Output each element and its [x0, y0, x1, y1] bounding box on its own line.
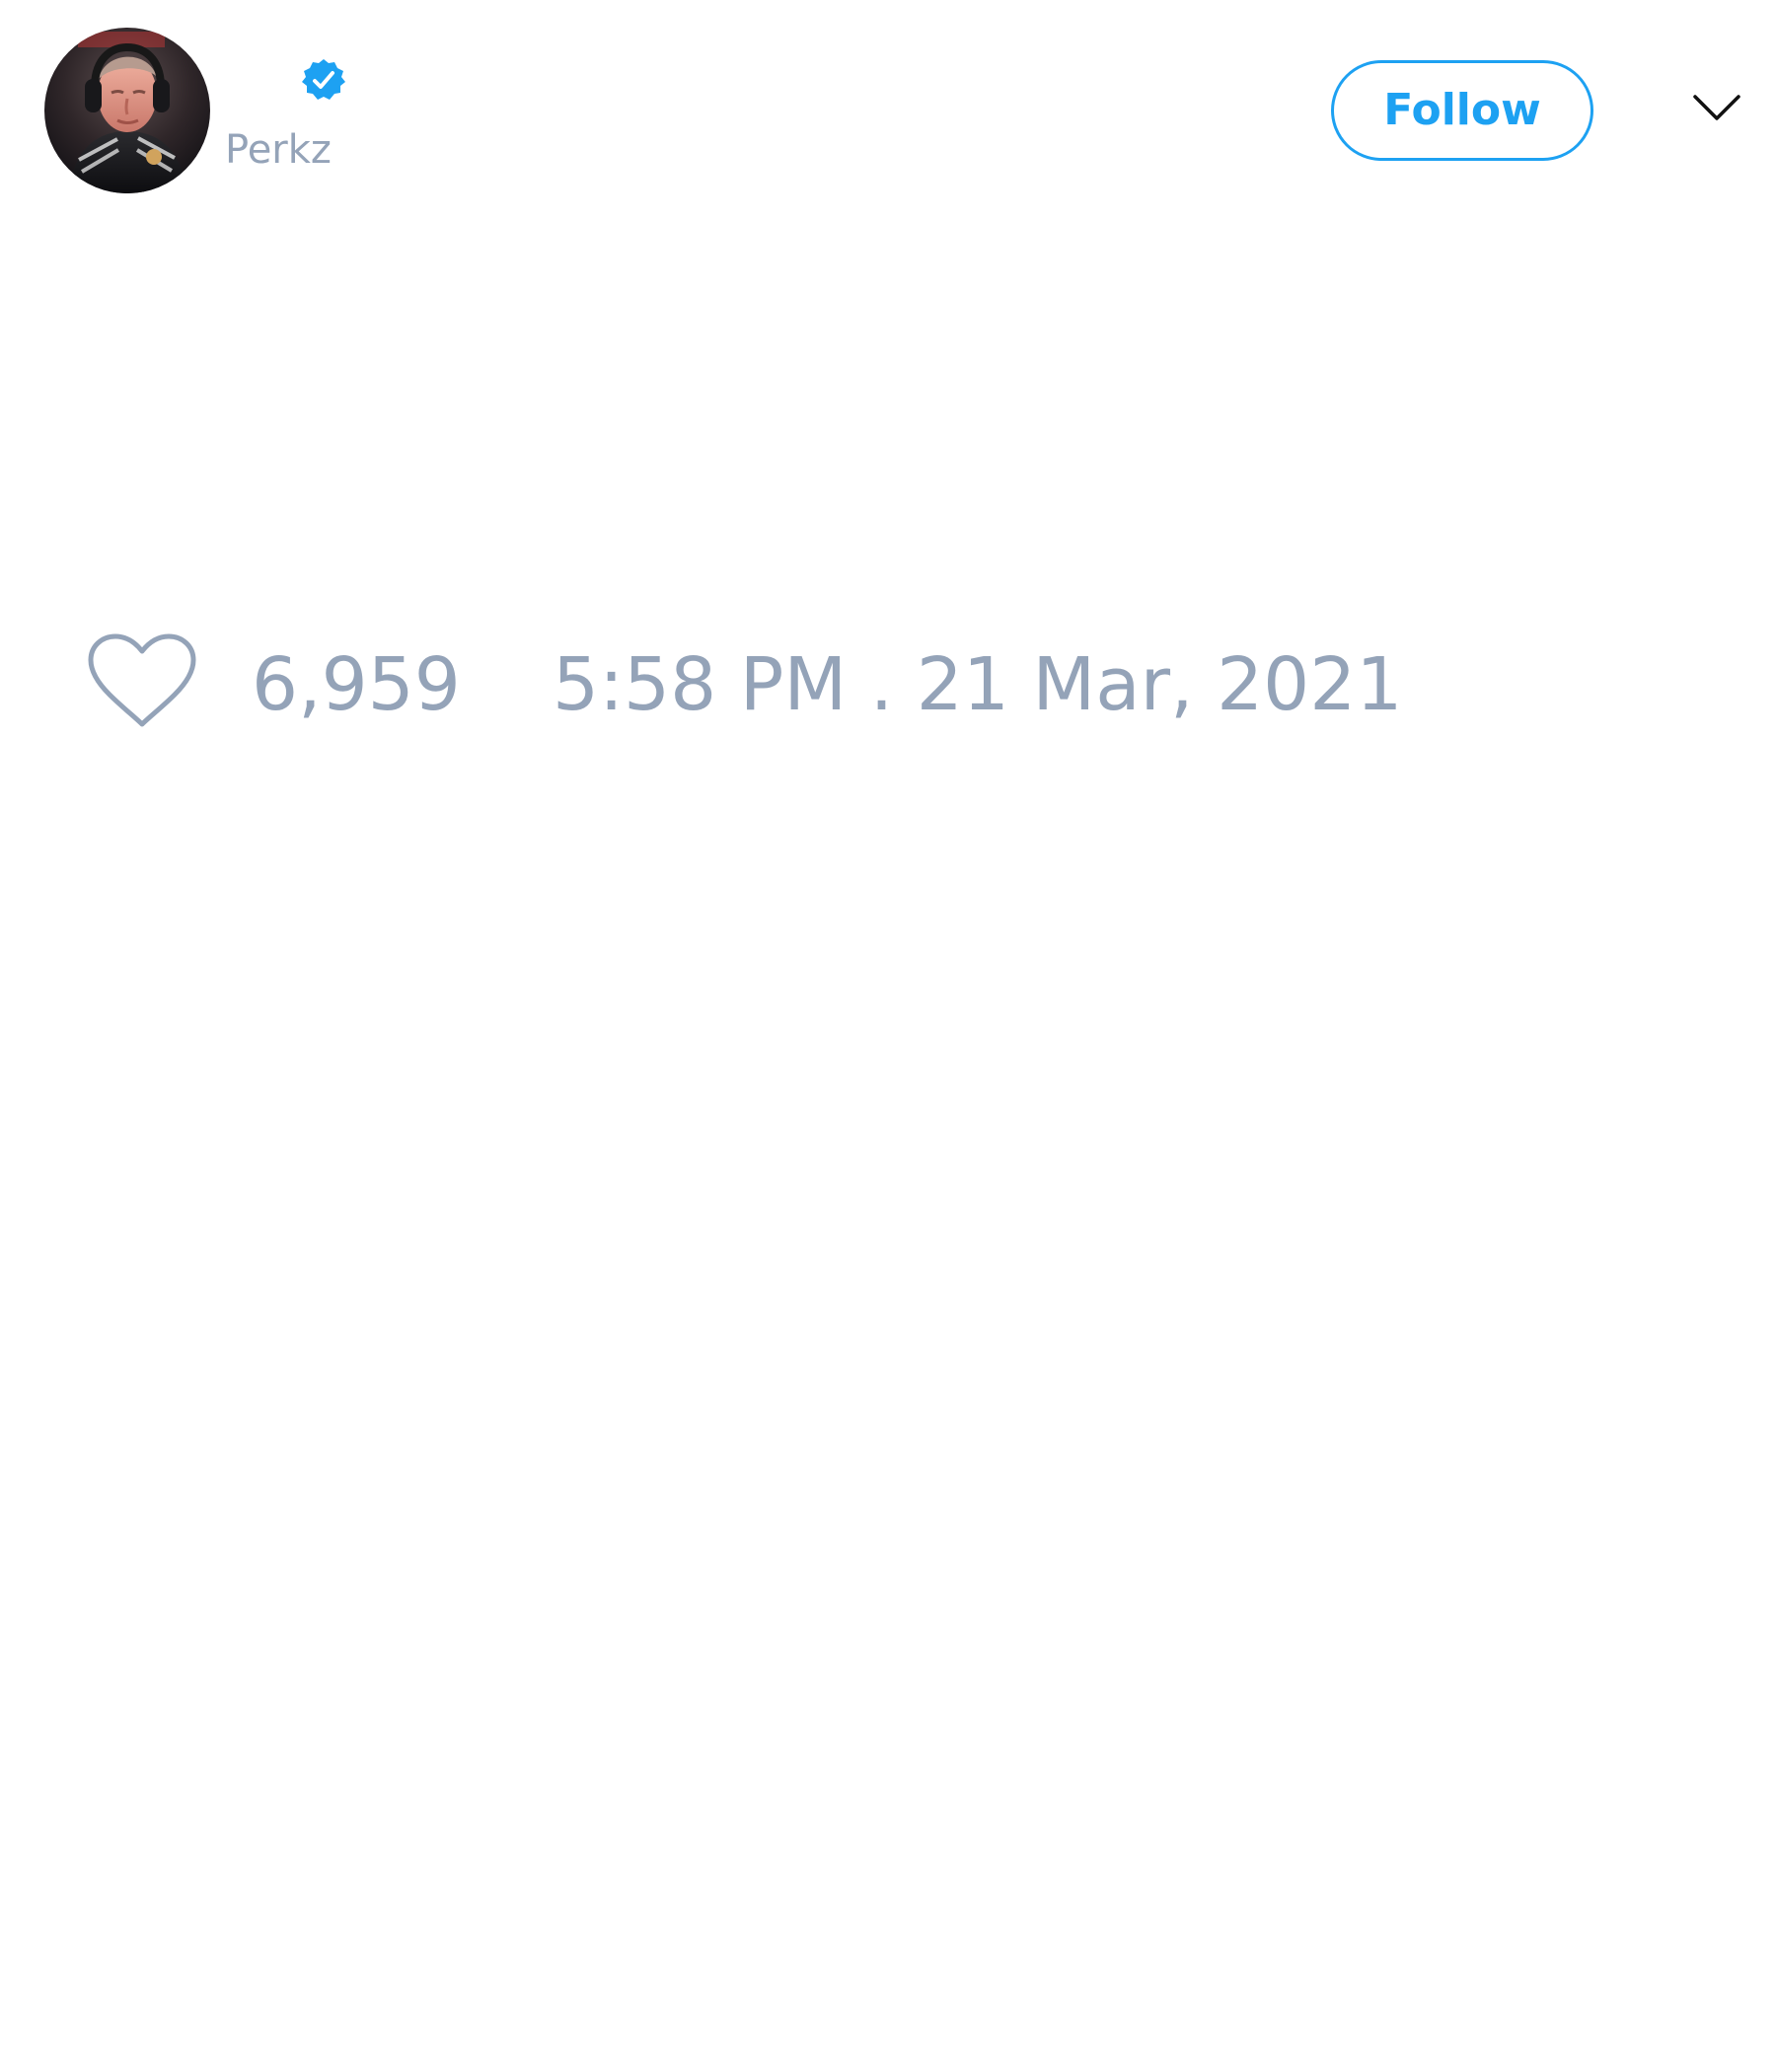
author-handle[interactable]: Perkz	[225, 124, 332, 176]
verified-badge-icon	[301, 57, 346, 103]
heart-icon	[87, 631, 197, 732]
tweet-menu-button[interactable]	[1689, 85, 1744, 134]
avatar[interactable]	[44, 28, 210, 193]
like-button[interactable]	[87, 631, 197, 732]
follow-button[interactable]: Follow	[1331, 60, 1593, 161]
like-count: 6,959	[252, 642, 461, 727]
tweet-timestamp[interactable]: 5:58 PM . 21 Mar, 2021	[553, 641, 1402, 728]
tweet-card: Perkz Follow 6,959 5:58 PM . 21 Mar, 202…	[0, 0, 1776, 2072]
chevron-down-icon	[1689, 85, 1744, 134]
